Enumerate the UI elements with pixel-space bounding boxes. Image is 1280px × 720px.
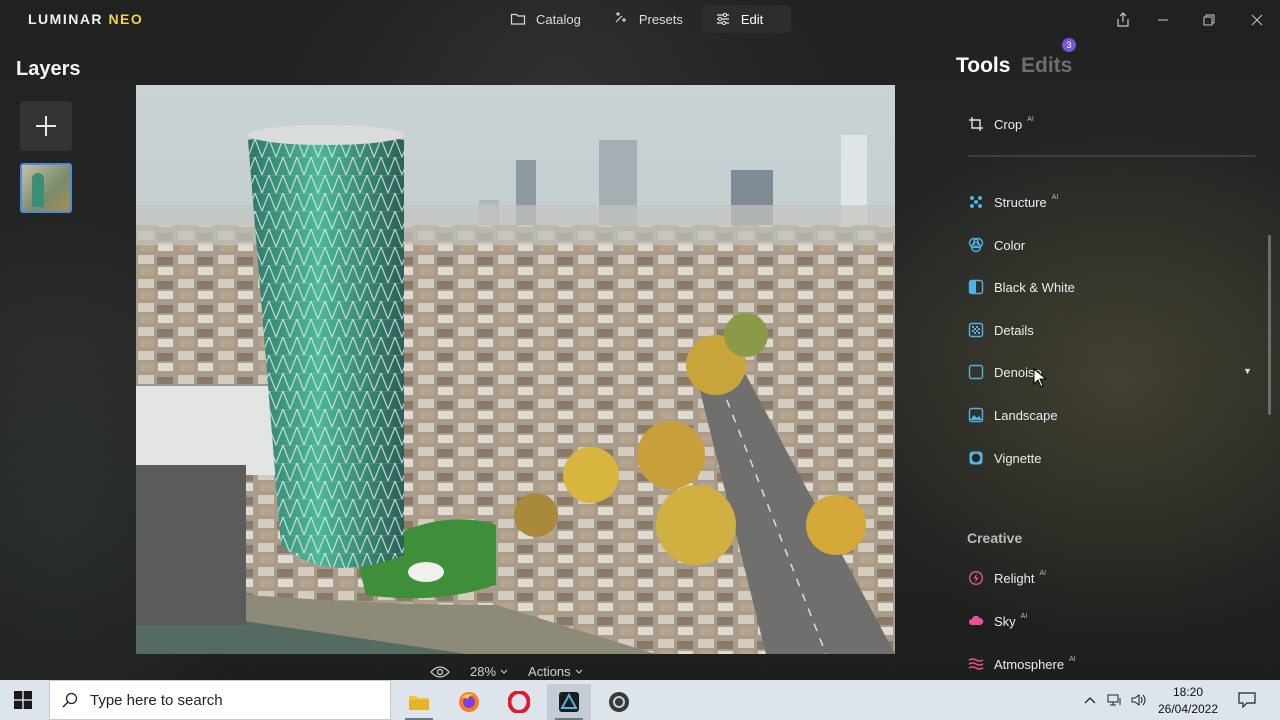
tool-label: Details	[994, 322, 1034, 338]
file-explorer-icon[interactable]	[397, 684, 441, 720]
tools-scrollbar[interactable]	[1268, 235, 1271, 415]
app-logo: LUMINAR NEO	[28, 11, 144, 27]
ai-badge: AI	[1020, 613, 1028, 620]
color-icon	[968, 237, 984, 253]
tab-edits[interactable]: Edits	[1021, 54, 1072, 78]
tool-details[interactable]: Details	[968, 320, 1034, 340]
tool-structure[interactable]: Structure AI	[968, 192, 1058, 212]
tools-divider	[968, 155, 1256, 157]
notification-icon[interactable]	[1236, 680, 1258, 720]
share-icon[interactable]	[1113, 10, 1133, 30]
taskbar-clock[interactable]: 18:20 26/04/2022	[1152, 684, 1224, 718]
title-bar: LUMINAR NEO Catalog Presets Edit	[0, 0, 1280, 40]
nav-catalog-label: Catalog	[536, 11, 581, 27]
nav-catalog[interactable]: Catalog	[498, 5, 595, 33]
details-icon	[968, 322, 984, 338]
folder-icon	[510, 13, 526, 25]
tool-sky[interactable]: Sky AI	[968, 611, 1027, 631]
chevron-down-icon	[500, 669, 508, 674]
mouse-cursor-icon	[1033, 367, 1048, 393]
search-placeholder: Type here to search	[90, 691, 223, 709]
network-icon[interactable]	[1104, 680, 1126, 720]
taskbar-search-input[interactable]: Type here to search	[49, 680, 391, 720]
close-icon[interactable]	[1247, 10, 1267, 30]
nav-presets-label: Presets	[638, 11, 683, 27]
volume-icon[interactable]	[1128, 680, 1150, 720]
vignette-icon	[968, 450, 984, 466]
opera-icon[interactable]	[497, 684, 541, 720]
tool-label: Landscape	[994, 407, 1058, 423]
nav-edit[interactable]: Edit	[702, 5, 791, 33]
tool-crop[interactable]: Crop AI	[968, 114, 1034, 134]
zoom-dropdown[interactable]: 28%	[470, 664, 508, 679]
clock-time: 18:20	[1172, 685, 1204, 699]
tool-label: Atmosphere	[994, 656, 1065, 672]
nav-edit-label: Edit	[740, 11, 764, 27]
tool-label: Black & White	[994, 279, 1075, 295]
photo-canvas[interactable]	[136, 85, 895, 654]
zoom-value: 28%	[470, 664, 497, 679]
edits-count-badge: 3	[1062, 38, 1076, 52]
eye-icon[interactable]	[430, 665, 450, 679]
tool-expand-icon[interactable]: ▼	[1243, 366, 1252, 376]
tool-atmosphere[interactable]: Atmosphere AI	[968, 654, 1076, 674]
tool-relight[interactable]: Relight AI	[968, 568, 1046, 588]
tool-label: Color	[994, 237, 1026, 253]
denoise-icon	[968, 364, 984, 380]
firefox-icon[interactable]	[447, 684, 491, 720]
crop-icon	[968, 116, 984, 132]
main-nav: Catalog Presets Edit	[498, 5, 791, 33]
creative-section-title: Creative	[967, 530, 1023, 546]
tool-denoise[interactable]: Denoise	[968, 362, 1042, 382]
tool-vignette[interactable]: Vignette	[968, 448, 1041, 468]
sky-icon	[968, 613, 984, 629]
landscape-icon	[968, 407, 984, 423]
black-white-icon	[968, 279, 984, 295]
plus-icon	[36, 116, 56, 136]
structure-icon	[968, 194, 984, 210]
ai-badge: AI	[1051, 194, 1059, 201]
clock-date: 26/04/2022	[1157, 702, 1219, 716]
restore-icon[interactable]	[1199, 10, 1219, 30]
tool-label: Structure	[994, 194, 1047, 210]
add-layer-button[interactable]	[20, 101, 72, 151]
sparkle-icon	[615, 12, 626, 23]
actions-label: Actions	[528, 664, 571, 679]
tool-black-white[interactable]: Black & White	[968, 277, 1075, 297]
thumbnail-tower	[32, 173, 44, 207]
sliders-icon	[716, 12, 729, 26]
tool-label: Crop	[994, 116, 1023, 132]
chevron-up-icon[interactable]	[1080, 680, 1100, 720]
tool-color[interactable]: Color	[968, 235, 1025, 255]
city-photo	[136, 85, 895, 654]
tool-label: Relight	[994, 570, 1035, 586]
tab-tools[interactable]: Tools	[956, 54, 1010, 78]
tool-label: Vignette	[994, 450, 1042, 466]
tool-label: Sky	[994, 613, 1016, 629]
windows-taskbar: Type here to search 18:20 26/04/2022	[0, 680, 1280, 720]
tool-landscape[interactable]: Landscape	[968, 405, 1058, 425]
chevron-down-icon	[575, 669, 583, 674]
ai-badge: AI	[1069, 656, 1076, 663]
relight-icon	[968, 570, 984, 586]
luminar-taskbar-icon[interactable]	[547, 684, 591, 720]
windows-start-icon[interactable]	[14, 691, 32, 714]
ai-badge: AI	[1027, 116, 1034, 123]
camera-app-icon[interactable]	[597, 684, 641, 720]
layers-title: Layers	[16, 58, 81, 80]
actions-dropdown[interactable]: Actions	[528, 664, 583, 679]
ai-badge: AI	[1039, 570, 1047, 577]
nav-presets[interactable]: Presets	[601, 5, 697, 33]
canvas-bottom-bar: 28% Actions	[430, 664, 583, 679]
atmosphere-icon	[968, 656, 984, 672]
search-icon	[62, 692, 78, 708]
minimize-icon[interactable]	[1153, 10, 1173, 30]
layer-thumbnail[interactable]	[20, 163, 72, 213]
